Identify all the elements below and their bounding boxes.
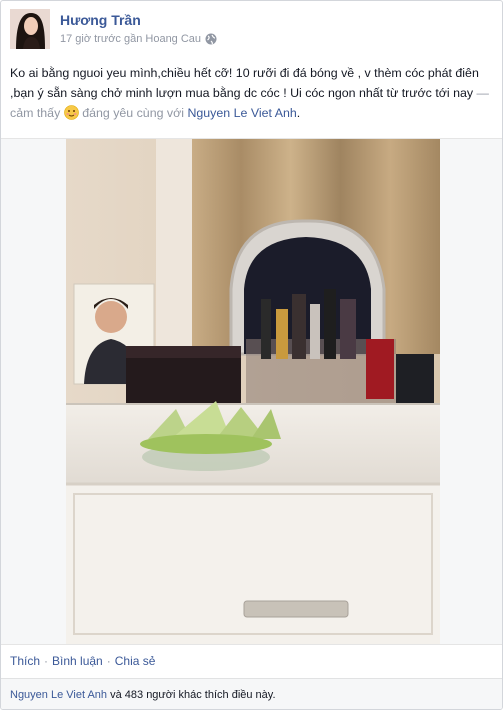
globe-icon[interactable] bbox=[205, 33, 217, 45]
likes-names-link[interactable]: Nguyen Le Viet Anh bbox=[10, 689, 107, 701]
post-text-end: . bbox=[296, 106, 301, 120]
feed-post: Hương Trần 17 giờ trước gần Hoang Cau Ko… bbox=[0, 0, 503, 710]
post-photo[interactable] bbox=[66, 139, 440, 644]
likes-rest[interactable]: và 483 người khác thích điều này. bbox=[110, 689, 275, 701]
post-meta: 17 giờ trước gần Hoang Cau bbox=[60, 33, 217, 45]
comment-link[interactable]: Bình luận bbox=[52, 654, 103, 668]
like-link[interactable]: Thích bbox=[10, 654, 40, 668]
post-timestamp-location[interactable]: 17 giờ trước gần Hoang Cau bbox=[60, 33, 201, 45]
post-text: Ko ai bằng nguoi yeu mình,chiều hết cỡ! … bbox=[10, 63, 496, 126]
feeling-emoji-icon bbox=[63, 105, 79, 126]
likes-bar: Nguyen Le Viet Anh và 483 người khác thí… bbox=[1, 678, 502, 709]
feeling-text: đáng yêu cùng với bbox=[82, 106, 184, 120]
share-link[interactable]: Chia sẻ bbox=[115, 654, 156, 668]
post-header: Hương Trần 17 giờ trước gần Hoang Cau bbox=[10, 9, 492, 51]
action-separator: · bbox=[44, 654, 49, 668]
tagged-friend-link[interactable]: Nguyen Le Viet Anh bbox=[187, 106, 296, 120]
likes-summary: Nguyen Le Viet Anh và 483 người khác thí… bbox=[10, 689, 276, 701]
post-body: Ko ai bằng nguoi yeu mình,chiều hết cỡ! … bbox=[10, 66, 479, 100]
post-actions: Thích · Bình luận · Chia sẻ bbox=[10, 654, 155, 668]
author-name[interactable]: Hương Trần bbox=[60, 12, 141, 28]
action-separator: · bbox=[106, 654, 111, 668]
photo-container bbox=[1, 138, 502, 645]
author-avatar[interactable] bbox=[10, 9, 50, 49]
